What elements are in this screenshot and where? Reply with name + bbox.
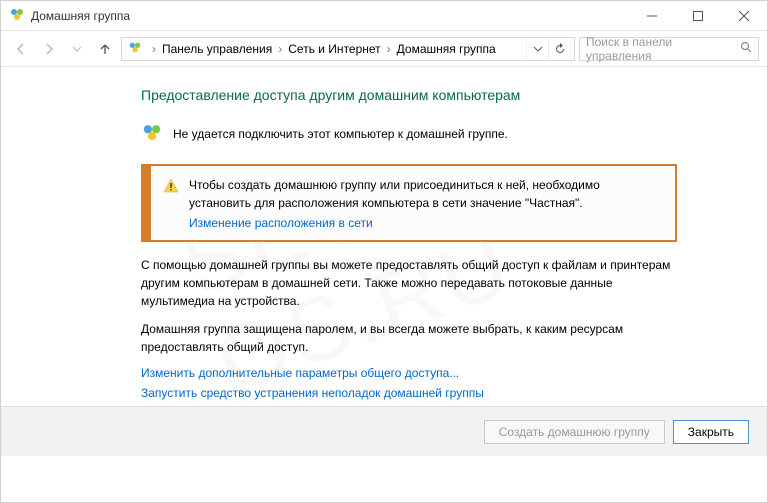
chevron-right-icon[interactable]: › [383, 42, 395, 56]
close-button[interactable]: Закрыть [673, 420, 749, 444]
forward-arrow-icon[interactable] [37, 37, 61, 61]
back-arrow-icon[interactable] [9, 37, 33, 61]
create-homegroup-button: Создать домашнюю группу [484, 420, 665, 444]
info-box: Чтобы создать домашнюю группу или присое… [141, 164, 677, 242]
chevron-right-icon[interactable]: › [274, 42, 286, 56]
warning-icon [163, 178, 179, 230]
page-title: Предоставление доступа другим домашним к… [141, 87, 677, 103]
status-text: Не удается подключить этот компьютер к д… [173, 127, 508, 141]
advanced-sharing-link[interactable]: Изменить дополнительные параметры общего… [141, 366, 677, 380]
window-title: Домашняя группа [31, 9, 130, 23]
window-controls [629, 1, 767, 30]
history-dropdown-icon[interactable] [65, 37, 89, 61]
minimize-button[interactable] [629, 1, 675, 30]
info-text: Чтобы создать домашнюю группу или присое… [189, 176, 661, 212]
search-input[interactable]: Поиск в панели управления [579, 37, 759, 61]
homegroup-icon [9, 6, 25, 25]
content-area: Предоставление доступа другим домашним к… [1, 67, 767, 400]
description-text-2: Домашняя группа защищена паролем, и вы в… [141, 320, 677, 356]
description-text-1: С помощью домашней группы вы можете пред… [141, 256, 677, 310]
maximize-button[interactable] [675, 1, 721, 30]
homegroup-icon [128, 40, 142, 57]
address-dropdown-icon[interactable] [526, 38, 548, 60]
close-button[interactable] [721, 1, 767, 30]
titlebar: Домашняя группа [1, 1, 767, 31]
search-placeholder: Поиск в панели управления [586, 35, 740, 63]
search-icon [740, 41, 752, 56]
troubleshoot-link[interactable]: Запустить средство устранения неполадок … [141, 386, 677, 400]
up-arrow-icon[interactable] [93, 37, 117, 61]
change-network-location-link[interactable]: Изменение расположения в сети [189, 216, 373, 230]
breadcrumb-item[interactable]: Сеть и Интернет [286, 42, 382, 56]
address-bar[interactable]: › Панель управления › Сеть и Интернет › … [121, 37, 575, 61]
breadcrumb-item[interactable]: Панель управления [160, 42, 274, 56]
status-line: Не удается подключить этот компьютер к д… [141, 121, 677, 146]
footer-bar: Создать домашнюю группу Закрыть [1, 406, 767, 456]
navigation-bar: › Панель управления › Сеть и Интернет › … [1, 31, 767, 67]
refresh-icon[interactable] [548, 38, 570, 60]
breadcrumb-item[interactable]: Домашняя группа [395, 42, 498, 56]
homegroup-icon [141, 121, 163, 146]
chevron-right-icon[interactable]: › [148, 42, 160, 56]
